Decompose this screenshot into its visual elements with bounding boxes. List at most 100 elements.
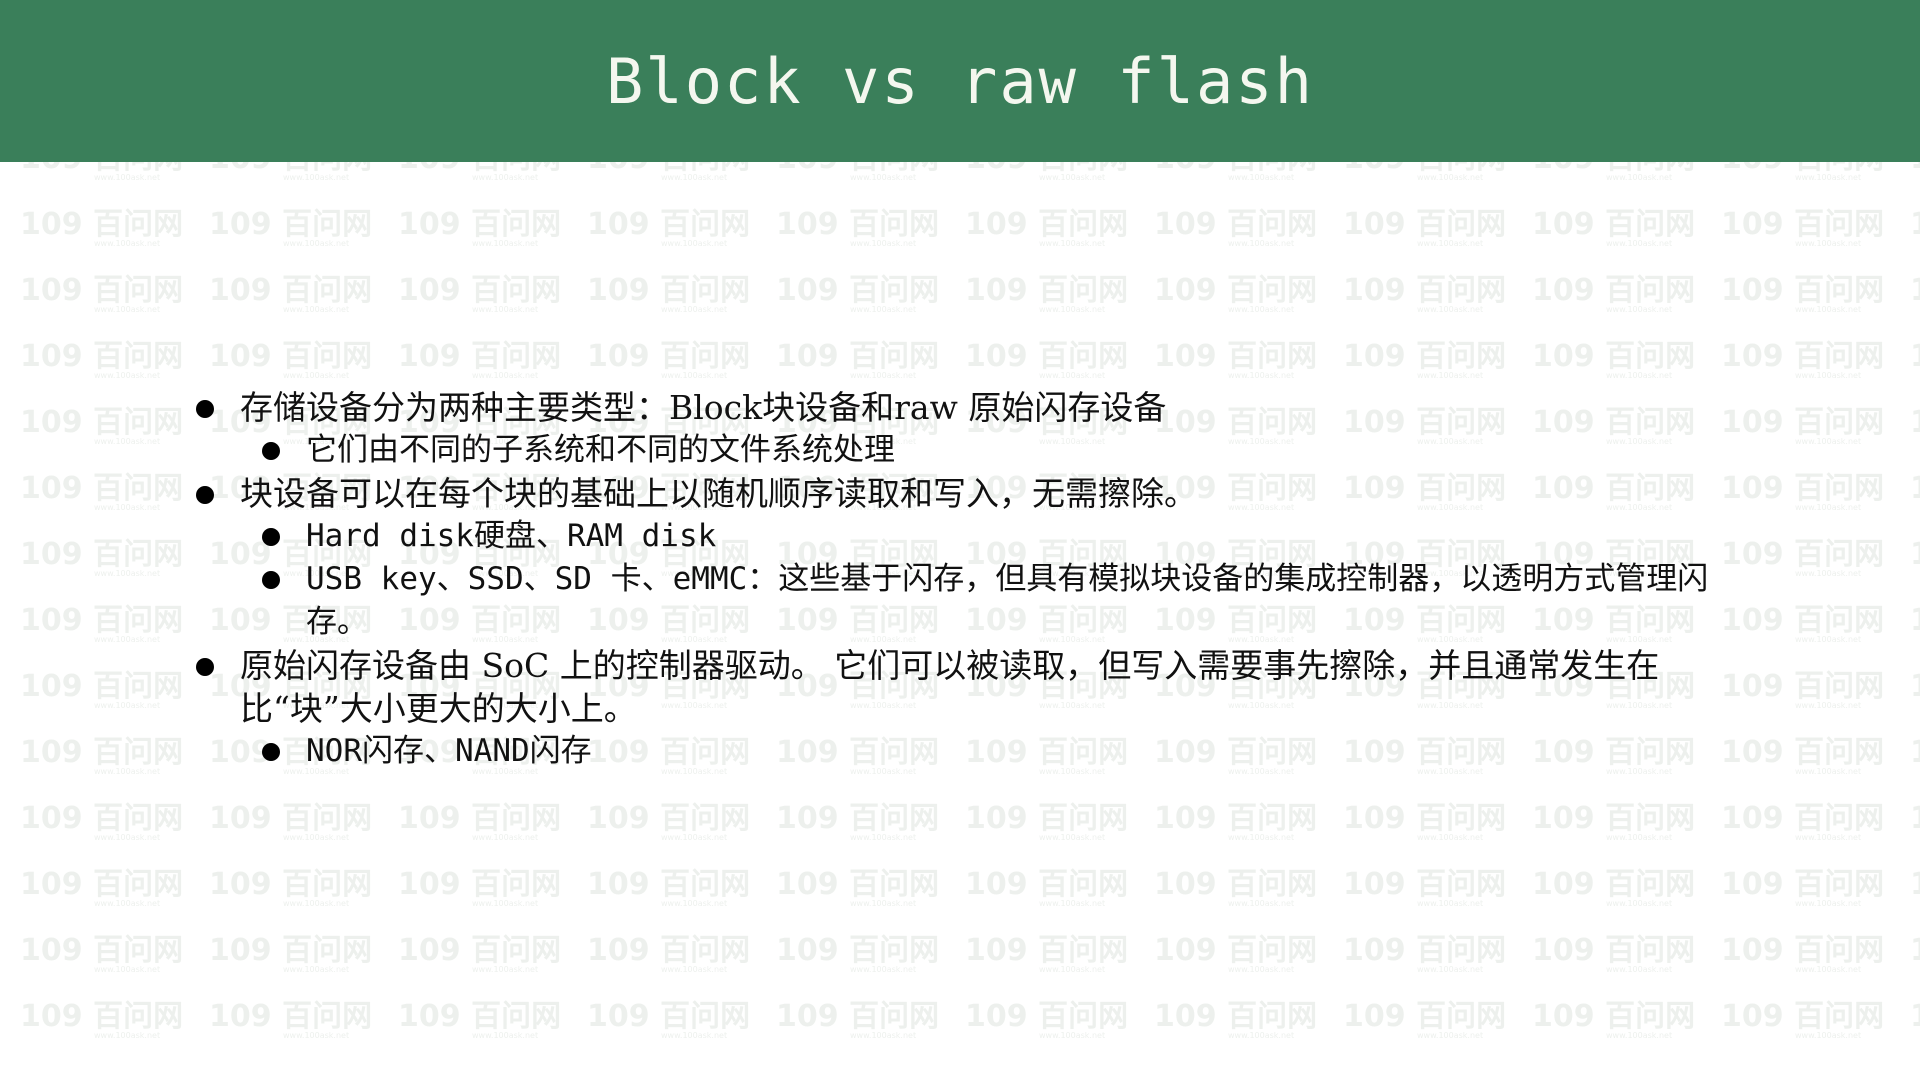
svg-text:109 百问网: 109 百问网 bbox=[209, 339, 372, 374]
svg-text:109 百问网: 109 百问网 bbox=[1343, 162, 1506, 176]
svg-text:109 百问网: 109 百问网 bbox=[965, 999, 1128, 1034]
svg-text:www.100ask.net: www.100ask.net bbox=[1228, 833, 1294, 842]
watermark-tile: 109 百问网www.100ask.net bbox=[776, 339, 939, 380]
svg-text:www.100ask.net: www.100ask.net bbox=[1795, 833, 1861, 842]
watermark-tile: 109 百问网www.100ask.net bbox=[1154, 801, 1317, 842]
watermark-tile: 109 百问网www.100ask.net bbox=[1154, 273, 1317, 314]
svg-text:www.100ask.net: www.100ask.net bbox=[1228, 305, 1294, 314]
svg-text:109 百问网: 109 百问网 bbox=[1154, 933, 1317, 968]
svg-text:www.100ask.net: www.100ask.net bbox=[1228, 173, 1294, 182]
svg-text:109 百问网: 109 百问网 bbox=[965, 801, 1128, 836]
watermark-tile: 109 百问网www.100ask.net bbox=[776, 933, 939, 974]
watermark-tile: 109 百问网www.100ask.net bbox=[20, 405, 183, 446]
svg-text:109 百问网: 109 百问网 bbox=[1343, 207, 1506, 242]
svg-text:www.100ask.net: www.100ask.net bbox=[472, 173, 538, 182]
watermark-tile: 109 百问网www.100ask.net bbox=[398, 339, 561, 380]
svg-text:109 百问网: 109 百问网 bbox=[1910, 801, 1920, 836]
svg-text:www.100ask.net: www.100ask.net bbox=[1795, 371, 1861, 380]
svg-text:109 百问网: 109 百问网 bbox=[1532, 867, 1695, 902]
svg-text:109 百问网: 109 百问网 bbox=[587, 867, 750, 902]
watermark-tile: 109 百问网www.100ask.net bbox=[1343, 801, 1506, 842]
svg-text:109 百问网: 109 百问网 bbox=[20, 162, 183, 176]
svg-text:www.100ask.net: www.100ask.net bbox=[283, 305, 349, 314]
svg-text:www.100ask.net: www.100ask.net bbox=[1795, 305, 1861, 314]
bullet-text: 存储设备分为两种主要类型：Block块设备和raw 原始闪存设备 bbox=[240, 388, 1167, 427]
svg-text:109 百问网: 109 百问网 bbox=[209, 867, 372, 902]
bullet-dot-icon bbox=[262, 442, 280, 460]
svg-text:www.100ask.net: www.100ask.net bbox=[1039, 965, 1105, 974]
watermark-tile: 109 百问网www.100ask.net bbox=[1343, 273, 1506, 314]
svg-text:109 百问网: 109 百问网 bbox=[1154, 162, 1317, 176]
watermark-tile: 109 百问网www.100ask.net bbox=[1154, 933, 1317, 974]
svg-text:www.100ask.net: www.100ask.net bbox=[283, 899, 349, 908]
svg-text:109 百问网: 109 百问网 bbox=[1532, 933, 1695, 968]
svg-text:www.100ask.net: www.100ask.net bbox=[1039, 899, 1105, 908]
svg-text:109 百问网: 109 百问网 bbox=[209, 273, 372, 308]
svg-text:www.100ask.net: www.100ask.net bbox=[94, 767, 160, 776]
svg-text:www.100ask.net: www.100ask.net bbox=[94, 899, 160, 908]
svg-text:109 百问网: 109 百问网 bbox=[587, 801, 750, 836]
svg-text:109 百问网: 109 百问网 bbox=[1721, 207, 1884, 242]
watermark-tile: 109 百问网www.100ask.net bbox=[1154, 999, 1317, 1040]
watermark-tile: 109 百问网www.100ask.net bbox=[587, 999, 750, 1040]
watermark-tile: 109 百问网www.100ask.net bbox=[1910, 999, 1920, 1034]
svg-text:www.100ask.net: www.100ask.net bbox=[472, 1031, 538, 1040]
sub-bullet-item: USB key、SSD、SD 卡、eMMC：这些基于闪存，但具有模拟块设备的集成… bbox=[262, 558, 1750, 644]
svg-text:www.100ask.net: www.100ask.net bbox=[1795, 635, 1861, 644]
svg-text:www.100ask.net: www.100ask.net bbox=[1795, 767, 1861, 776]
watermark-tile: 109 百问网www.100ask.net bbox=[1721, 867, 1884, 908]
svg-text:109 百问网: 109 百问网 bbox=[20, 537, 183, 572]
svg-text:www.100ask.net: www.100ask.net bbox=[1417, 899, 1483, 908]
svg-text:109 百问网: 109 百问网 bbox=[1721, 801, 1884, 836]
svg-text:www.100ask.net: www.100ask.net bbox=[661, 371, 727, 380]
svg-text:109 百问网: 109 百问网 bbox=[398, 801, 561, 836]
watermark-tile: 109 百问网www.100ask.net bbox=[20, 339, 183, 380]
watermark-tile: 109 百问网www.100ask.net bbox=[1532, 162, 1695, 182]
svg-text:www.100ask.net: www.100ask.net bbox=[1417, 239, 1483, 248]
watermark-tile: 109 百问网www.100ask.net bbox=[587, 207, 750, 248]
svg-text:www.100ask.net: www.100ask.net bbox=[283, 371, 349, 380]
watermark-tile: 109 百问网www.100ask.net bbox=[965, 207, 1128, 248]
bullet-item: 原始闪存设备由 SoC 上的控制器驱动。 它们可以被读取，但写入需要事先擦除，并… bbox=[190, 644, 1750, 730]
svg-text:109 百问网: 109 百问网 bbox=[1910, 162, 1920, 176]
svg-text:www.100ask.net: www.100ask.net bbox=[1795, 173, 1861, 182]
svg-text:www.100ask.net: www.100ask.net bbox=[661, 173, 727, 182]
svg-text:109 百问网: 109 百问网 bbox=[398, 162, 561, 176]
svg-text:109 百问网: 109 百问网 bbox=[20, 735, 183, 770]
svg-text:www.100ask.net: www.100ask.net bbox=[1039, 173, 1105, 182]
watermark-tile: 109 百问网www.100ask.net bbox=[776, 999, 939, 1040]
svg-text:www.100ask.net: www.100ask.net bbox=[1039, 1031, 1105, 1040]
svg-text:www.100ask.net: www.100ask.net bbox=[1795, 965, 1861, 974]
svg-text:www.100ask.net: www.100ask.net bbox=[850, 239, 916, 248]
svg-text:109 百问网: 109 百问网 bbox=[20, 273, 183, 308]
svg-text:www.100ask.net: www.100ask.net bbox=[1228, 899, 1294, 908]
svg-text:www.100ask.net: www.100ask.net bbox=[661, 965, 727, 974]
watermark-tile: 109 百问网www.100ask.net bbox=[1532, 867, 1695, 908]
watermark-tile: 109 百问网www.100ask.net bbox=[1721, 339, 1884, 380]
svg-text:109 百问网: 109 百问网 bbox=[1154, 801, 1317, 836]
watermark-tile: 109 百问网www.100ask.net bbox=[776, 162, 939, 182]
watermark-tile: 109 百问网www.100ask.net bbox=[1154, 867, 1317, 908]
watermark-tile: 109 百问网www.100ask.net bbox=[20, 603, 183, 644]
watermark-tile: 109 百问网www.100ask.net bbox=[1154, 162, 1317, 182]
svg-text:109 百问网: 109 百问网 bbox=[1532, 801, 1695, 836]
bullet-text: NOR闪存、NAND闪存 bbox=[306, 733, 592, 769]
svg-text:109 百问网: 109 百问网 bbox=[587, 999, 750, 1034]
svg-text:109 百问网: 109 百问网 bbox=[1910, 339, 1920, 374]
watermark-tile: 109 百问网www.100ask.net bbox=[587, 339, 750, 380]
svg-text:www.100ask.net: www.100ask.net bbox=[472, 965, 538, 974]
watermark-tile: 109 百问网www.100ask.net bbox=[1910, 867, 1920, 902]
svg-text:109 百问网: 109 百问网 bbox=[1910, 603, 1920, 638]
svg-text:www.100ask.net: www.100ask.net bbox=[472, 371, 538, 380]
svg-text:www.100ask.net: www.100ask.net bbox=[661, 305, 727, 314]
watermark-tile: 109 百问网www.100ask.net bbox=[1910, 207, 1920, 242]
svg-text:www.100ask.net: www.100ask.net bbox=[1606, 305, 1672, 314]
svg-text:www.100ask.net: www.100ask.net bbox=[1606, 833, 1672, 842]
watermark-tile: 109 百问网www.100ask.net bbox=[1721, 933, 1884, 974]
sub-bullet-item: 它们由不同的子系统和不同的文件系统处理 bbox=[262, 429, 1750, 472]
svg-text:109 百问网: 109 百问网 bbox=[1910, 669, 1920, 704]
watermark-tile: 109 百问网www.100ask.net bbox=[398, 162, 561, 182]
watermark-tile: 109 百问网www.100ask.net bbox=[776, 801, 939, 842]
watermark-tile: 109 百问网www.100ask.net bbox=[965, 801, 1128, 842]
svg-text:109 百问网: 109 百问网 bbox=[1910, 867, 1920, 902]
